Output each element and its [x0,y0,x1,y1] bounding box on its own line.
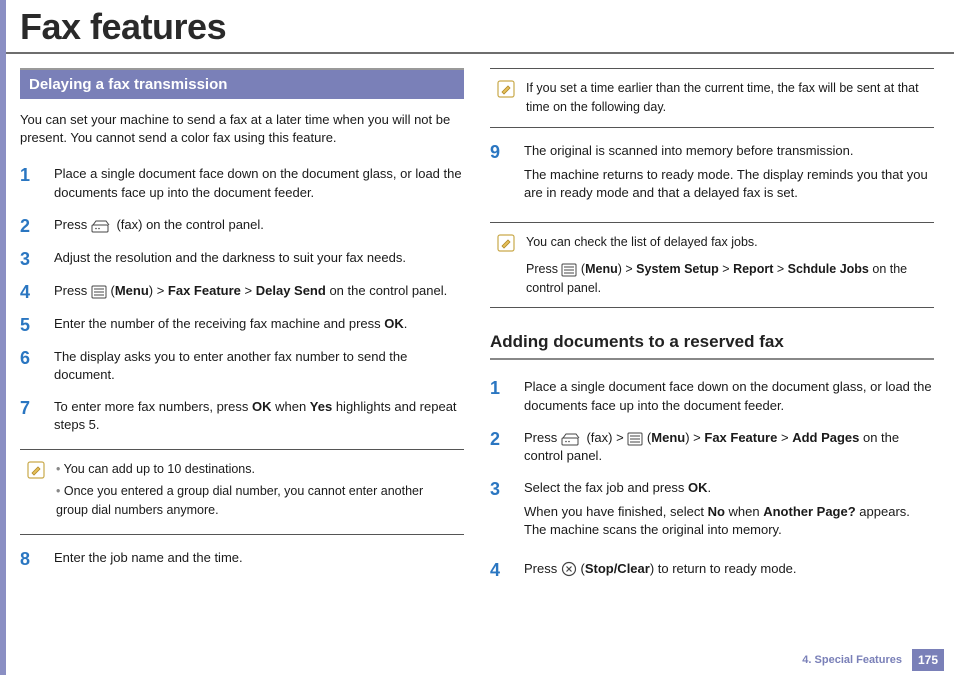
step-1: 1 Place a single document face down on t… [20,165,464,201]
step-number: 6 [20,348,40,384]
section-header-delaying: Delaying a fax transmission [20,68,464,99]
step-number: 1 [20,165,40,201]
step-text: Place a single document face down on the… [54,165,464,201]
step-number: 3 [20,249,40,268]
rstep-2: 2 Press (fax) > (Menu) > Fax Feature > A… [490,429,934,465]
step-number: 4 [490,560,510,579]
step-text: Press (fax) on the control panel. [54,216,464,235]
page-number-badge: 175 [912,649,944,671]
left-accent-bar [0,0,6,675]
note-box-destinations: You can add up to 10 destinations. Once … [20,449,464,535]
step-text: Place a single document face down on the… [524,378,934,414]
step-text: The original is scanned into memory befo… [524,142,934,209]
step-text: The display asks you to enter another fa… [54,348,464,384]
step-text: Select the fax job and press OK. When yo… [524,479,934,546]
step-text: Press (Stop/Clear) to return to ready mo… [524,560,934,579]
right-column: If you set a time earlier than the curre… [490,68,934,593]
note-bullet: You can add up to 10 destinations. [56,460,458,479]
note-pencil-icon [26,460,46,480]
left-column: Delaying a fax transmission You can set … [20,68,464,593]
step-9: 9 The original is scanned into memory be… [490,142,934,209]
step-text: Press (fax) > (Menu) > Fax Feature > Add… [524,429,934,465]
menu-icon [91,285,107,299]
step-text: Enter the number of the receiving fax ma… [54,315,464,334]
step-8: 8 Enter the job name and the time. [20,549,464,568]
step-6: 6 The display asks you to enter another … [20,348,464,384]
step-text: To enter more fax numbers, press OK when… [54,398,464,434]
note-box-check-jobs: You can check the list of delayed fax jo… [490,222,934,308]
footer-chapter: 4. Special Features [802,654,902,666]
note-bullet: Once you entered a group dial number, yo… [56,482,458,520]
menu-icon [561,263,577,277]
step-number: 5 [20,315,40,334]
fax-icon [561,432,583,446]
step-number: 4 [20,282,40,301]
note-pencil-icon [496,79,516,99]
step-text: Enter the job name and the time. [54,549,464,568]
content-columns: Delaying a fax transmission You can set … [0,68,954,593]
subheading-adding-docs: Adding documents to a reserved fax [490,332,934,360]
step-text: Adjust the resolution and the darkness t… [54,249,464,268]
fax-icon [91,219,113,233]
step-number: 3 [490,479,510,546]
step-number: 7 [20,398,40,434]
page-title: Fax features [0,0,954,54]
stop-clear-icon [561,561,577,577]
step-2: 2 Press (fax) on the control panel. [20,216,464,235]
rstep-4: 4 Press (Stop/Clear) to return to ready … [490,560,934,579]
step-5: 5 Enter the number of the receiving fax … [20,315,464,334]
step-number: 1 [490,378,510,414]
step-number: 2 [490,429,510,465]
step-7: 7 To enter more fax numbers, press OK wh… [20,398,464,434]
note-box-earlier-time: If you set a time earlier than the curre… [490,68,934,128]
menu-icon [627,432,643,446]
step-text: Press (Menu) > Fax Feature > Delay Send … [54,282,464,301]
step-number: 8 [20,549,40,568]
intro-text: You can set your machine to send a fax a… [20,111,464,147]
page-footer: 4. Special Features 175 [802,649,944,671]
rstep-1: 1 Place a single document face down on t… [490,378,934,414]
note-text: If you set a time earlier than the curre… [526,79,928,117]
step-4: 4 Press (Menu) > Fax Feature > Delay Sen… [20,282,464,301]
step-number: 2 [20,216,40,235]
note-text: You can check the list of delayed fax jo… [526,233,928,297]
note-pencil-icon [496,233,516,253]
step-3: 3 Adjust the resolution and the darkness… [20,249,464,268]
rstep-3: 3 Select the fax job and press OK. When … [490,479,934,546]
step-number: 9 [490,142,510,209]
